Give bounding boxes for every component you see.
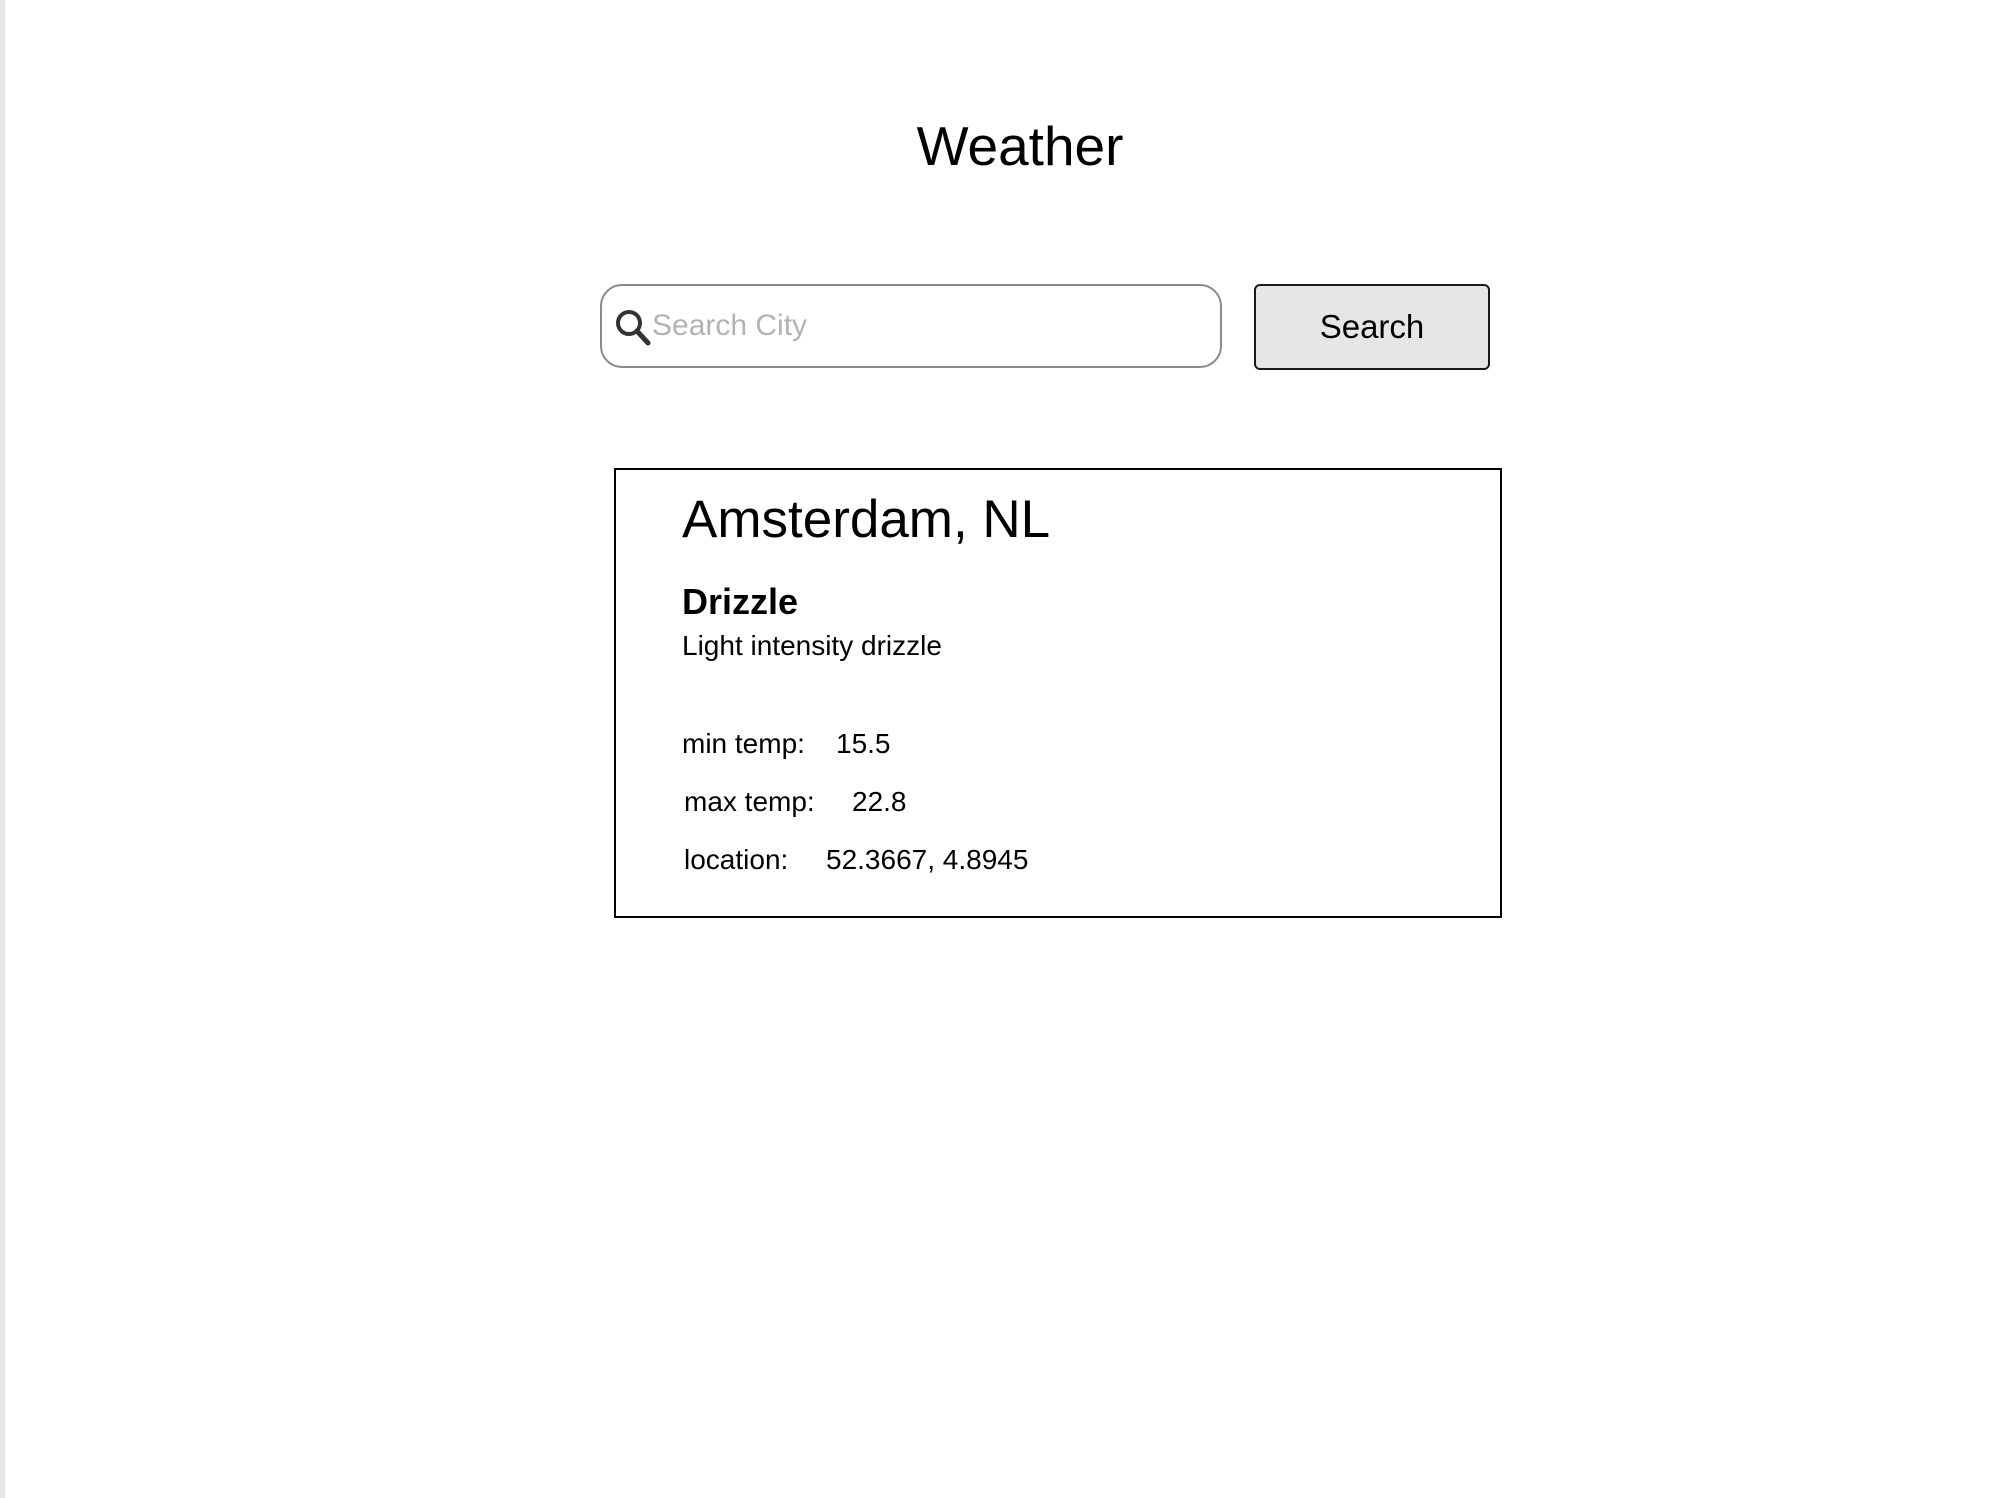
weather-card: Amsterdam, NL Drizzle Light intensity dr… — [614, 468, 1502, 918]
weather-condition: Drizzle — [682, 581, 799, 622]
max-temp-label: max temp: — [684, 786, 815, 817]
page-edge-divider — [0, 0, 5, 1498]
max-temp-value: 22.8 — [852, 786, 907, 817]
search-icon — [616, 310, 651, 346]
search-button[interactable]: Search — [1254, 284, 1490, 370]
search-input[interactable] — [652, 296, 1207, 356]
min-temp-label: min temp: — [682, 728, 805, 759]
min-temp-value: 15.5 — [836, 728, 891, 759]
location-label: location: — [684, 844, 789, 875]
city-name: Amsterdam, NL — [682, 490, 1051, 549]
search-field[interactable] — [600, 284, 1222, 368]
location-value: 52.3667, 4.8945 — [826, 844, 1029, 875]
weather-description: Light intensity drizzle — [682, 630, 942, 661]
page-title: Weather — [916, 115, 1124, 177]
